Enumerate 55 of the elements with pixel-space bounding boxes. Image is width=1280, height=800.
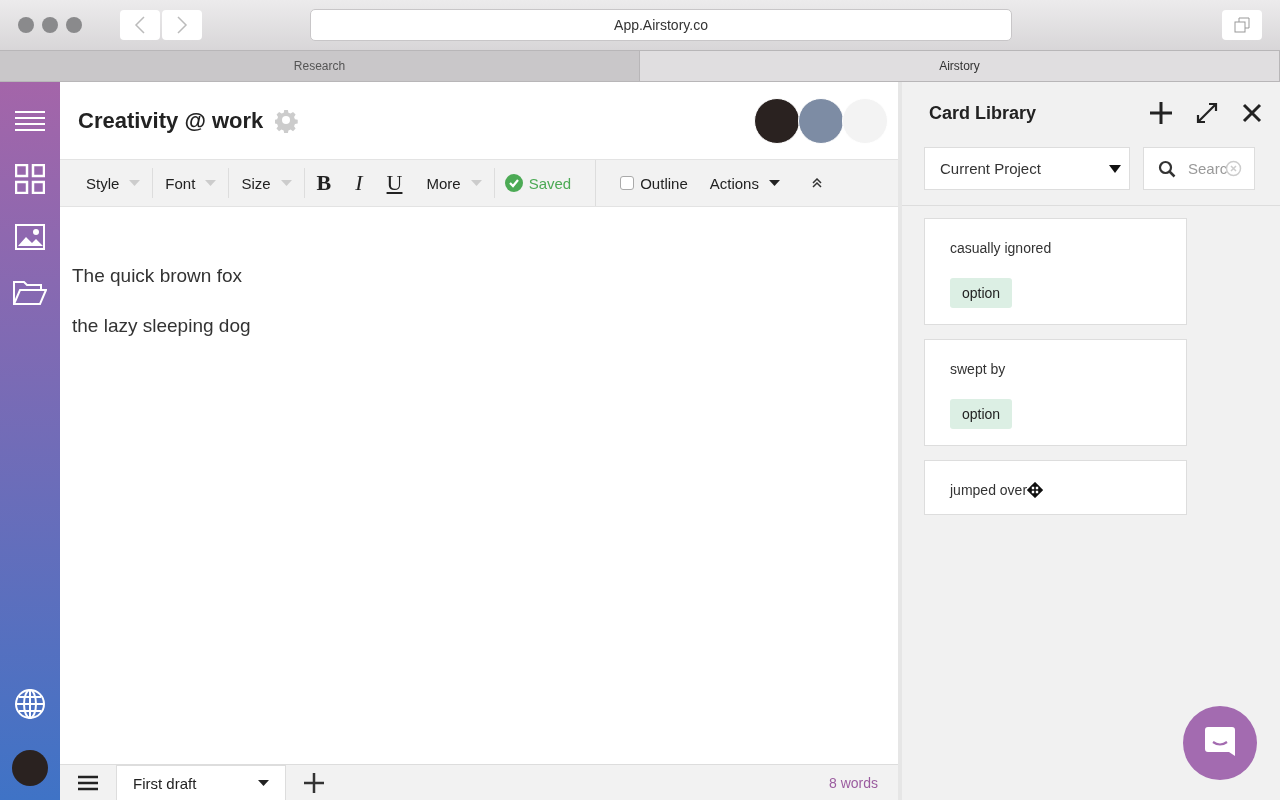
tag: option <box>950 399 1013 429</box>
plus-icon <box>304 772 324 793</box>
tag: option <box>950 278 1013 308</box>
chevron-right-icon <box>176 15 188 35</box>
bold-button[interactable]: B <box>304 168 344 198</box>
double-chevron-up-icon <box>811 177 822 188</box>
window-zoom-dot[interactable] <box>66 17 82 33</box>
word-count: 8 words <box>828 774 878 791</box>
card-text: swept by <box>950 361 1006 377</box>
actions-dropdown[interactable]: Actions <box>697 168 792 198</box>
italic-button[interactable]: I <box>343 168 375 198</box>
outline-checkbox[interactable] <box>620 176 635 190</box>
card[interactable]: swept by option <box>924 339 1187 446</box>
menu-icon <box>78 774 98 791</box>
toolbar-dropdown[interactable]: Style <box>74 168 154 198</box>
grid-icon[interactable] <box>15 164 45 194</box>
overlapping-squares-icon <box>1234 17 1250 33</box>
address-bar[interactable]: App.Airstory.co <box>310 9 1012 41</box>
project-select[interactable]: Current Project <box>924 147 1130 190</box>
card[interactable]: casually ignored option <box>924 218 1187 325</box>
caret-icon <box>205 180 217 186</box>
draft-select[interactable]: First draft <box>116 764 286 800</box>
collaborator-avatar[interactable] <box>754 97 800 144</box>
save-status: Saved <box>528 174 572 192</box>
folder-icon[interactable] <box>13 280 47 306</box>
search-field[interactable]: Searc <box>1143 147 1255 190</box>
caret-icon <box>280 180 292 186</box>
caret-icon <box>470 180 482 186</box>
card[interactable]: jumped over <box>924 460 1187 515</box>
search-icon <box>1158 160 1176 178</box>
caret-icon <box>129 180 141 186</box>
caret-icon <box>1109 164 1121 173</box>
underline-button[interactable]: U <box>374 168 415 198</box>
toolbar-dropdown[interactable]: Size <box>229 168 305 198</box>
panel-title: Card Library <box>929 102 1037 124</box>
caret-icon <box>258 780 269 786</box>
caret-icon <box>768 180 780 186</box>
paragraph: the lazy sleeping dog <box>72 315 252 337</box>
card-text: jumped over <box>950 482 1028 498</box>
window-close-dot[interactable] <box>18 17 34 33</box>
browser-tab[interactable]: Research <box>0 51 640 81</box>
toolbar-dropdown[interactable]: More <box>414 168 495 198</box>
checkbox-label[interactable]: Outline <box>640 174 688 192</box>
window-minimize-dot[interactable] <box>42 17 58 33</box>
document-title: Creativity @ work <box>78 107 264 134</box>
check-circle-icon <box>504 174 523 192</box>
globe-icon[interactable] <box>14 688 46 720</box>
card-text: casually ignored <box>950 240 1052 256</box>
paragraph: The quick brown fox <box>72 265 244 287</box>
menu-icon[interactable] <box>15 110 45 134</box>
chevron-left-icon <box>134 15 146 35</box>
user-avatar[interactable] <box>12 750 48 786</box>
image-icon[interactable] <box>15 224 45 250</box>
toolbar-dropdown[interactable]: Font <box>153 168 230 198</box>
browser-tab[interactable]: Airstory <box>640 51 1280 81</box>
